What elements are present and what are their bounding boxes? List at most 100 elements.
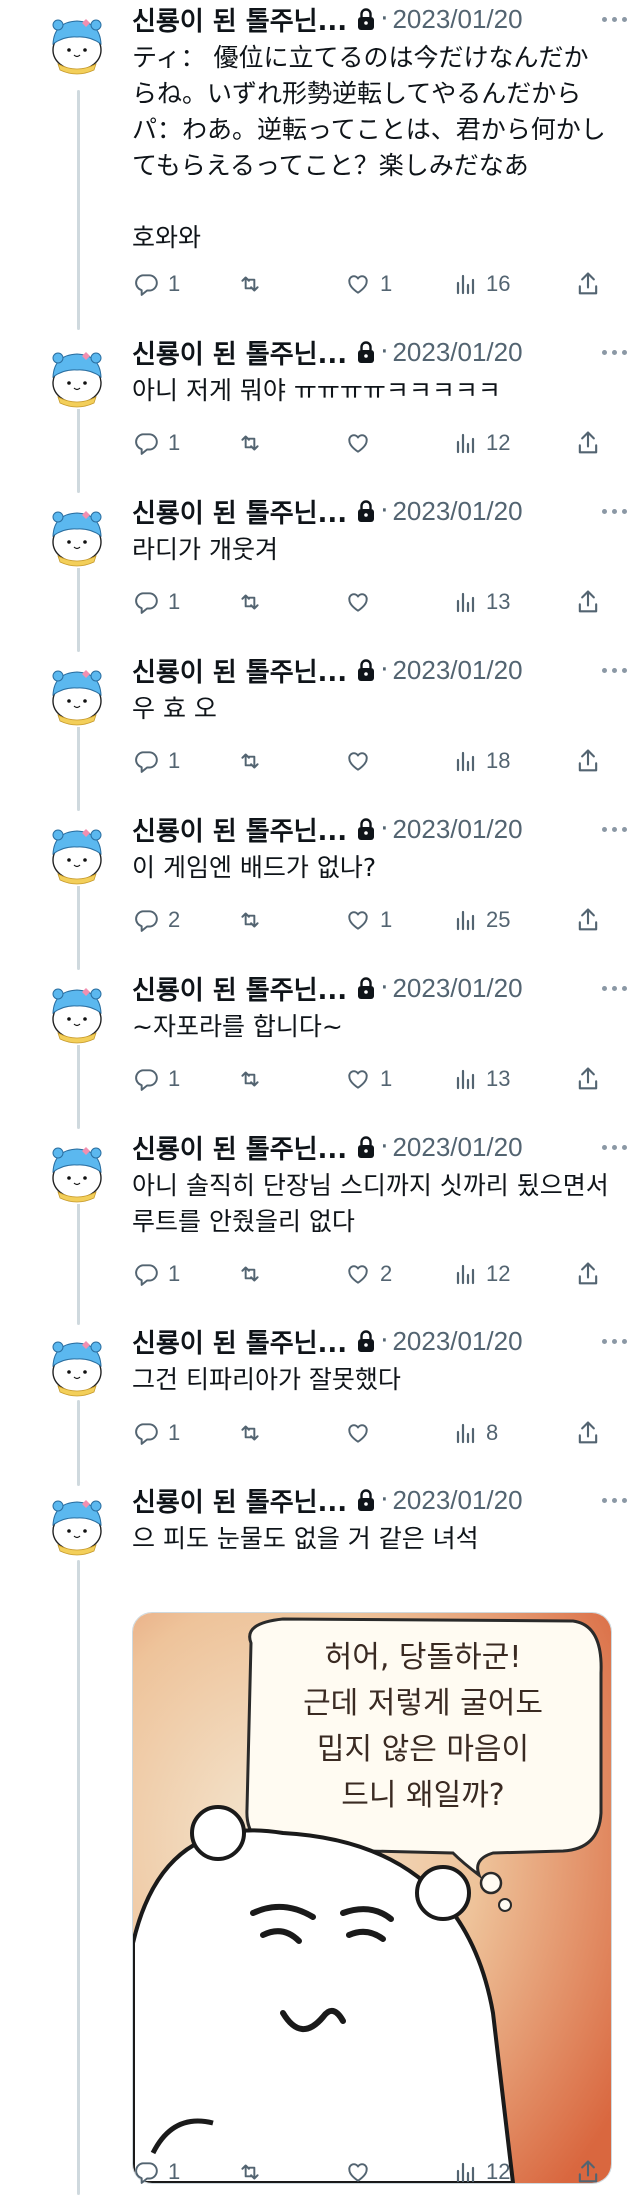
- share-button[interactable]: [574, 584, 602, 620]
- tweet-date[interactable]: 2023/01/20: [392, 1485, 522, 1516]
- author-name[interactable]: 신룡이 된 톨주닌...: [132, 1, 347, 38]
- retweet-button[interactable]: [236, 1061, 272, 1097]
- tweet[interactable]: 신룡이 된 톨주닌... · 2023/01/20 이 게임엔 배드가 없나? 2 1 25: [0, 811, 640, 932]
- avatar[interactable]: [44, 1491, 110, 1557]
- retweet-button[interactable]: [236, 1415, 272, 1451]
- more-icon[interactable]: [596, 814, 632, 844]
- views-button[interactable]: 16: [454, 266, 510, 302]
- more-icon[interactable]: [596, 1132, 632, 1162]
- retweet-button[interactable]: [236, 266, 272, 302]
- reply-button[interactable]: 1: [132, 2154, 180, 2190]
- share-button[interactable]: [574, 902, 602, 938]
- retweet-button[interactable]: [236, 1256, 272, 1292]
- reply-button[interactable]: 1: [132, 425, 180, 461]
- retweet-button[interactable]: [236, 902, 272, 938]
- views-count: 13: [486, 1066, 511, 1091]
- avatar[interactable]: [44, 1138, 110, 1204]
- tweet-date[interactable]: 2023/01/20: [392, 337, 522, 368]
- more-icon[interactable]: [596, 1485, 632, 1515]
- views-button[interactable]: 25: [454, 902, 510, 938]
- like-button[interactable]: 1: [344, 266, 392, 302]
- reply-button[interactable]: 1: [132, 743, 180, 779]
- author-name[interactable]: 신룡이 된 톨주닌...: [132, 493, 347, 530]
- reply-icon: [132, 430, 160, 456]
- reply-button[interactable]: 2: [132, 902, 180, 938]
- like-button[interactable]: 1: [344, 902, 392, 938]
- author-name[interactable]: 신룡이 된 톨주닌...: [132, 811, 347, 848]
- avatar[interactable]: [44, 820, 110, 886]
- reply-button[interactable]: 1: [132, 1061, 180, 1097]
- reply-button[interactable]: 1: [132, 1415, 180, 1451]
- tweet-date[interactable]: 2023/01/20: [392, 1326, 522, 1357]
- author-name[interactable]: 신룡이 된 톨주닌...: [132, 970, 347, 1007]
- author-name[interactable]: 신룡이 된 톨주닌...: [132, 334, 347, 371]
- tweet[interactable]: 신룡이 된 톨주닌... · 2023/01/20 ティ： 優位に立てるのは今だけなん…: [0, 1, 640, 296]
- views-button[interactable]: 13: [454, 584, 510, 620]
- more-icon[interactable]: [596, 4, 632, 34]
- share-button[interactable]: [574, 425, 602, 461]
- reply-button[interactable]: 1: [132, 1256, 180, 1292]
- reply-button[interactable]: 1: [132, 266, 180, 302]
- views-button[interactable]: 18: [454, 743, 510, 779]
- tweet[interactable]: 신룡이 된 톨주닌... · 2023/01/20 아니 저게 뭐야 ㅠㅠㅠㅠㅋㅋㅋㅋ…: [0, 334, 640, 455]
- like-button[interactable]: [344, 2154, 380, 2190]
- share-icon: [574, 429, 602, 457]
- tweet-date[interactable]: 2023/01/20: [392, 1132, 522, 1163]
- tweet-text: ~자포라를 합니다~: [132, 1012, 343, 1041]
- like-button[interactable]: [344, 584, 380, 620]
- tweet-date[interactable]: 2023/01/20: [392, 496, 522, 527]
- like-button[interactable]: [344, 1415, 380, 1451]
- retweet-button[interactable]: [236, 584, 272, 620]
- tweet-text: ティ： 優位に立てるのは今だけなんだからね。いずれ形勢逆転してやるんだから パ：…: [132, 43, 606, 252]
- author-name[interactable]: 신룡이 된 톨주닌...: [132, 1482, 347, 1519]
- reply-count: 1: [168, 589, 181, 614]
- more-icon[interactable]: [596, 496, 632, 526]
- tweet-date[interactable]: 2023/01/20: [392, 973, 522, 1004]
- author-name[interactable]: 신룡이 된 톨주닌...: [132, 1129, 347, 1166]
- avatar[interactable]: [44, 979, 110, 1045]
- like-button[interactable]: 1: [344, 1061, 392, 1097]
- like-button[interactable]: [344, 743, 380, 779]
- avatar[interactable]: [44, 661, 110, 727]
- avatar[interactable]: [44, 343, 110, 409]
- views-button[interactable]: 8: [454, 1415, 498, 1451]
- like-button[interactable]: [344, 425, 380, 461]
- reply-count: 1: [168, 1420, 181, 1445]
- retweet-button[interactable]: [236, 2154, 272, 2190]
- tweet[interactable]: 신룡이 된 톨주닌... · 2023/01/20 우 효 오 1 18: [0, 652, 640, 773]
- tweet[interactable]: 신룡이 된 톨주닌... · 2023/01/20 으 피도 눈물도 없을 거 같은 …: [0, 1482, 640, 2184]
- author-name[interactable]: 신룡이 된 톨주닌...: [132, 652, 347, 689]
- like-button[interactable]: 2: [344, 1256, 392, 1292]
- views-button[interactable]: 12: [454, 425, 510, 461]
- tweet[interactable]: 신룡이 된 톨주닌... · 2023/01/20 그건 티파리아가 잘못했다 1 8: [0, 1323, 640, 1445]
- share-button[interactable]: [574, 2154, 602, 2190]
- tweet[interactable]: 신룡이 된 톨주닌... · 2023/01/20 ~자포라를 합니다~ 1 1 13: [0, 970, 640, 1091]
- more-icon[interactable]: [596, 1326, 632, 1356]
- avatar[interactable]: [44, 502, 110, 568]
- avatar[interactable]: [44, 10, 110, 76]
- tweet-date[interactable]: 2023/01/20: [392, 814, 522, 845]
- retweet-button[interactable]: [236, 743, 272, 779]
- more-icon[interactable]: [596, 337, 632, 367]
- views-button[interactable]: 12: [454, 2154, 510, 2190]
- tweet-date[interactable]: 2023/01/20: [392, 655, 522, 686]
- share-button[interactable]: [574, 1415, 602, 1451]
- share-button[interactable]: [574, 266, 602, 302]
- retweet-button[interactable]: [236, 425, 272, 461]
- more-icon[interactable]: [596, 973, 632, 1003]
- author-name[interactable]: 신룡이 된 톨주닌...: [132, 1323, 347, 1360]
- avatar[interactable]: [44, 1332, 110, 1398]
- share-button[interactable]: [574, 1256, 602, 1292]
- retweet-icon: [236, 271, 264, 297]
- share-button[interactable]: [574, 743, 602, 779]
- lock-icon: [356, 658, 376, 682]
- reply-button[interactable]: 1: [132, 584, 180, 620]
- views-button[interactable]: 12: [454, 1256, 510, 1292]
- tweet[interactable]: 신룡이 된 톨주닌... · 2023/01/20 아니 솔직히 단장님 스디까지 싯…: [0, 1129, 640, 1286]
- tweet[interactable]: 신룡이 된 톨주닌... · 2023/01/20 라디가 개웃겨 1 13: [0, 493, 640, 614]
- tweet-date[interactable]: 2023/01/20: [392, 4, 522, 35]
- tweet-media-image[interactable]: 허어, 당돌하군! 근데 저렇게 굴어도 밉지 않은 마음이 드니 왜일까?: [132, 1612, 612, 2184]
- views-button[interactable]: 13: [454, 1061, 510, 1097]
- more-icon[interactable]: [596, 655, 632, 685]
- share-button[interactable]: [574, 1061, 602, 1097]
